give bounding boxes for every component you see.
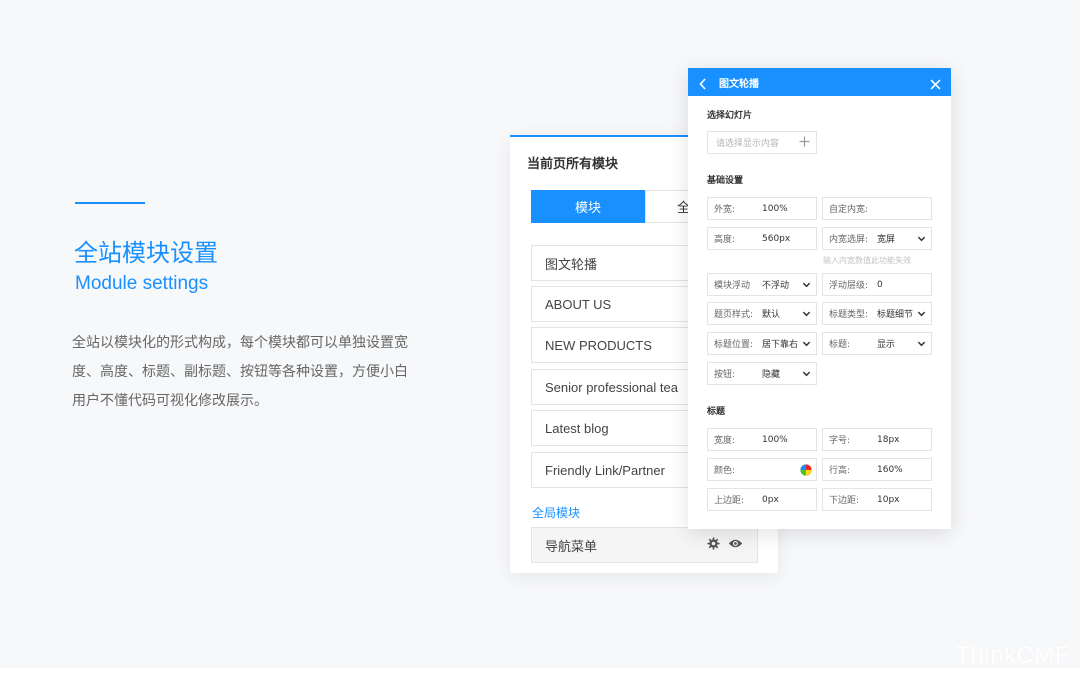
- nav-menu-item[interactable]: 导航菜单: [531, 527, 758, 563]
- outer-width-label: 外宽:: [714, 205, 736, 215]
- title-position-label: 标题位置:: [714, 340, 754, 350]
- panel-title: 当前页所有模块: [527, 157, 619, 172]
- chevron-down-icon: [802, 369, 811, 381]
- outer-width-field[interactable]: 外宽: 100%: [707, 197, 817, 220]
- button-visibility-dropdown[interactable]: 按钮: 隐藏: [707, 362, 817, 385]
- watermark: ThinkCMF: [955, 642, 1070, 669]
- float-level-label: 浮动层级:: [829, 281, 869, 291]
- title-width-label: 宽度:: [714, 436, 736, 446]
- margin-top-label: 上边距:: [714, 496, 745, 506]
- font-size-value: 18px: [877, 434, 900, 445]
- tab-modules[interactable]: 模块: [531, 190, 645, 223]
- custom-inner-width-label: 自定内宽:: [829, 205, 869, 215]
- bottom-strip: [0, 668, 1080, 684]
- line-height-label: 行高:: [829, 466, 851, 476]
- page-title: 全站模块设置: [74, 239, 218, 267]
- page-description: 全站以模块化的形式构成，每个模块都可以单独设置宽度、高度、标题、副标题、按钮等各…: [72, 335, 408, 409]
- float-level-field[interactable]: 浮动层级: 0: [822, 273, 932, 296]
- title-width-field[interactable]: 宽度: 100%: [707, 428, 817, 451]
- float-level-value: 0: [877, 279, 883, 290]
- title-type-label: 标题类型:: [829, 310, 869, 320]
- title-visibility-label: 标题:: [829, 340, 851, 350]
- accent-line: [75, 202, 145, 204]
- float-label: 模块浮动: [714, 281, 751, 291]
- chevron-down-icon: [802, 339, 811, 351]
- color-label: 颜色:: [714, 466, 736, 476]
- margin-bottom-field[interactable]: 下边距: 10px: [822, 488, 932, 511]
- float-dropdown[interactable]: 模块浮动 不浮动: [707, 273, 817, 296]
- section-slides: 选择幻灯片: [707, 111, 753, 121]
- slide-settings-popup: 图文轮播 选择幻灯片 请选择显示内容 基础设置 外宽: 100% 自定内宽: 高…: [688, 68, 951, 529]
- header-style-label: 题页样式:: [714, 310, 754, 320]
- title-position-dropdown[interactable]: 标题位置: 居下靠右: [707, 332, 817, 355]
- margin-top-field[interactable]: 上边距: 0px: [707, 488, 817, 511]
- header-style-dropdown[interactable]: 题页样式: 默认: [707, 302, 817, 325]
- chevron-down-icon: [802, 309, 811, 321]
- popup-header: 图文轮播: [688, 68, 951, 96]
- margin-top-value: 0px: [762, 494, 779, 505]
- page-subtitle: Module settings: [75, 273, 209, 294]
- chevron-down-icon: [802, 280, 811, 292]
- title-type-dropdown[interactable]: 标题类型: 标题细节: [822, 302, 932, 325]
- custom-inner-width-field[interactable]: 自定内宽:: [822, 197, 932, 220]
- title-visibility-dropdown[interactable]: 标题: 显示: [822, 332, 932, 355]
- height-field[interactable]: 高度: 560px: [707, 227, 817, 250]
- section-title: 标题: [707, 407, 726, 417]
- plus-icon[interactable]: [799, 136, 810, 150]
- gear-icon[interactable]: [707, 537, 720, 554]
- height-label: 高度:: [714, 235, 736, 245]
- line-height-value: 160%: [877, 464, 903, 475]
- title-width-value: 100%: [762, 434, 788, 445]
- nav-menu-label: 导航菜单: [545, 539, 598, 555]
- chevron-down-icon: [917, 339, 926, 351]
- inner-select-label: 内宽选屏:: [829, 235, 869, 245]
- color-picker-field[interactable]: 颜色:: [707, 458, 817, 481]
- close-icon[interactable]: [930, 75, 941, 94]
- inner-select-dropdown[interactable]: 内宽选屏: 宽屏: [822, 227, 932, 250]
- color-wheel-icon[interactable]: [800, 464, 812, 479]
- chevron-down-icon: [917, 309, 926, 321]
- slides-select-input[interactable]: 请选择显示内容: [707, 131, 817, 154]
- margin-bottom-label: 下边距:: [829, 496, 860, 506]
- line-height-field[interactable]: 行高: 160%: [822, 458, 932, 481]
- inner-width-hint: 输入内宽数值此功能失效: [823, 256, 911, 265]
- button-visibility-label: 按钮:: [714, 370, 736, 380]
- chevron-left-icon[interactable]: [699, 75, 707, 94]
- font-size-label: 字号:: [829, 436, 851, 446]
- height-value: 560px: [762, 233, 791, 244]
- margin-bottom-value: 10px: [877, 494, 900, 505]
- outer-width-value: 100%: [762, 203, 788, 214]
- global-modules-label: 全局模块: [532, 506, 581, 520]
- slides-placeholder: 请选择显示内容: [716, 139, 780, 149]
- popup-title: 图文轮播: [719, 79, 759, 90]
- section-basic: 基础设置: [707, 176, 744, 186]
- chevron-down-icon: [917, 234, 926, 246]
- eye-icon[interactable]: [728, 537, 743, 554]
- font-size-field[interactable]: 字号: 18px: [822, 428, 932, 451]
